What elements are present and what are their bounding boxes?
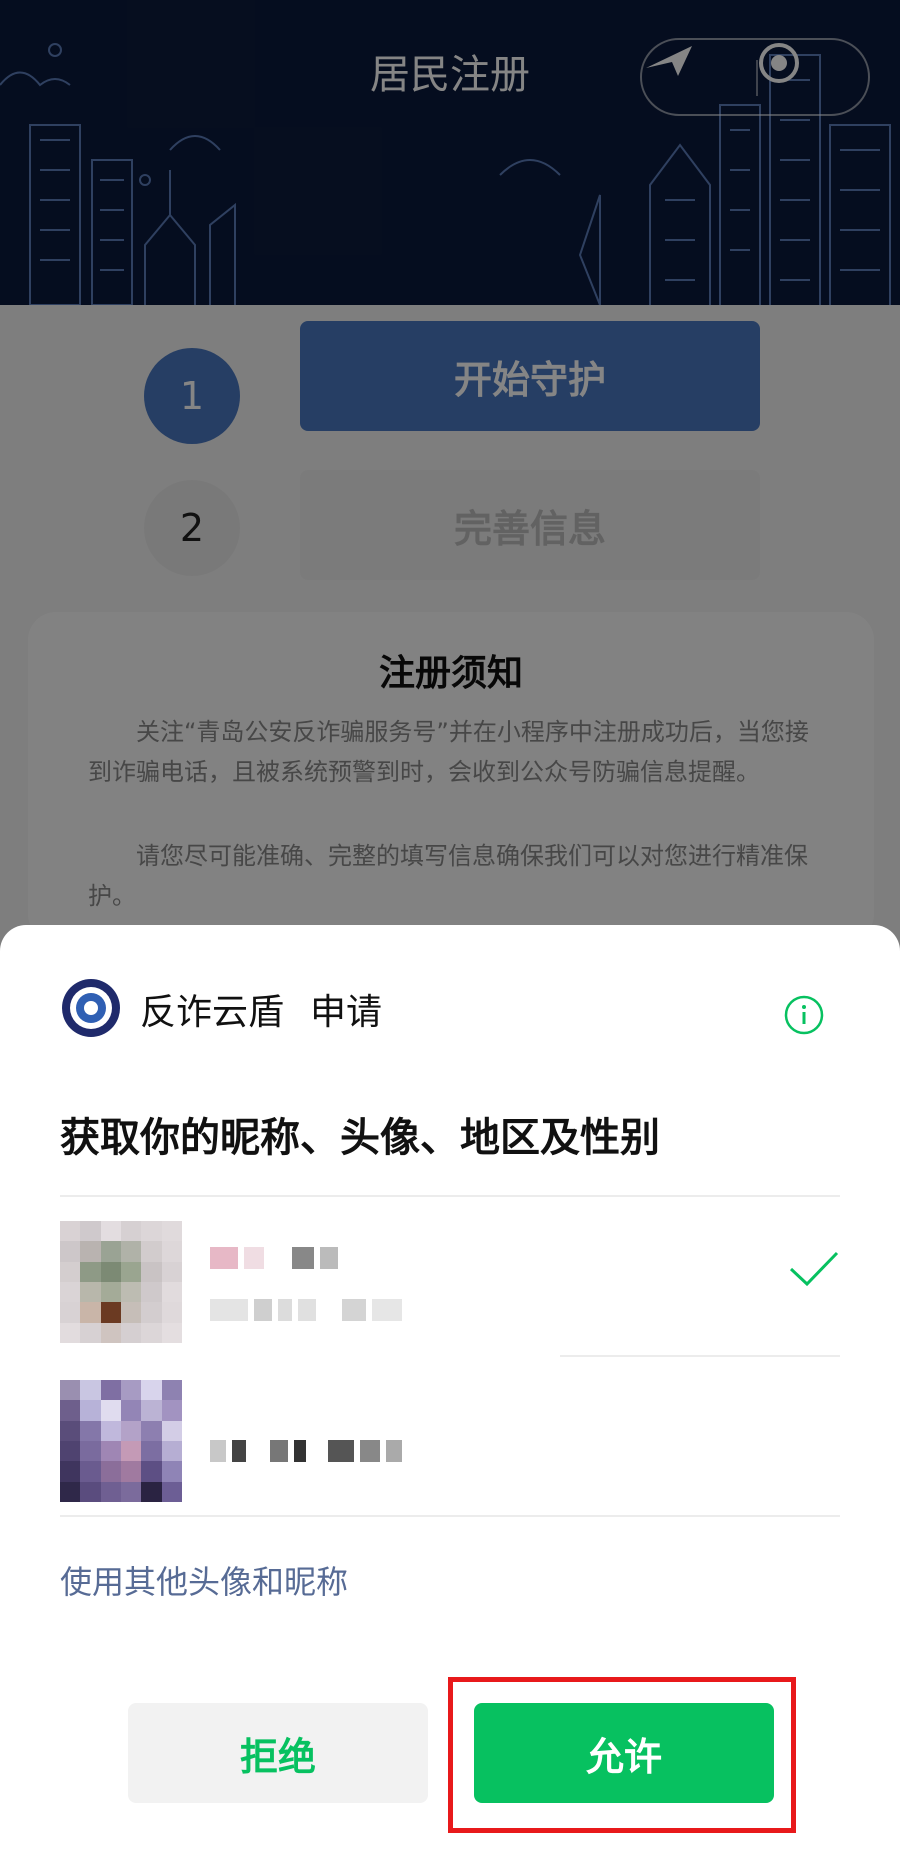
- profile-option-other[interactable]: [60, 1380, 840, 1520]
- authorization-sheet: 反诈云盾 申请 获取你的昵称、头像、地区及性别 使用其他头像和昵称 拒绝 允许: [0, 925, 900, 1872]
- reject-button[interactable]: 拒绝: [128, 1703, 428, 1803]
- allow-highlight-box: [448, 1677, 796, 1833]
- authorization-title: 获取你的昵称、头像、地区及性别: [60, 1115, 660, 1161]
- avatar: [60, 1221, 182, 1343]
- divider: [60, 1195, 840, 1197]
- app-logo-icon: [62, 979, 120, 1037]
- info-icon[interactable]: [784, 995, 824, 1035]
- divider: [60, 1515, 840, 1517]
- app-name: 反诈云盾: [140, 992, 285, 1033]
- avatar: [60, 1380, 182, 1502]
- nickname-placeholder: [210, 1440, 408, 1462]
- region-placeholder: [210, 1299, 408, 1321]
- use-other-profile-link[interactable]: 使用其他头像和昵称: [60, 1557, 348, 1603]
- profile-option-wechat[interactable]: [60, 1221, 840, 1361]
- request-label: 申请: [310, 992, 383, 1033]
- nickname-placeholder: [210, 1247, 344, 1269]
- app-request-line: 反诈云盾 申请: [140, 983, 382, 1035]
- check-icon: [789, 1251, 839, 1287]
- divider: [560, 1355, 840, 1357]
